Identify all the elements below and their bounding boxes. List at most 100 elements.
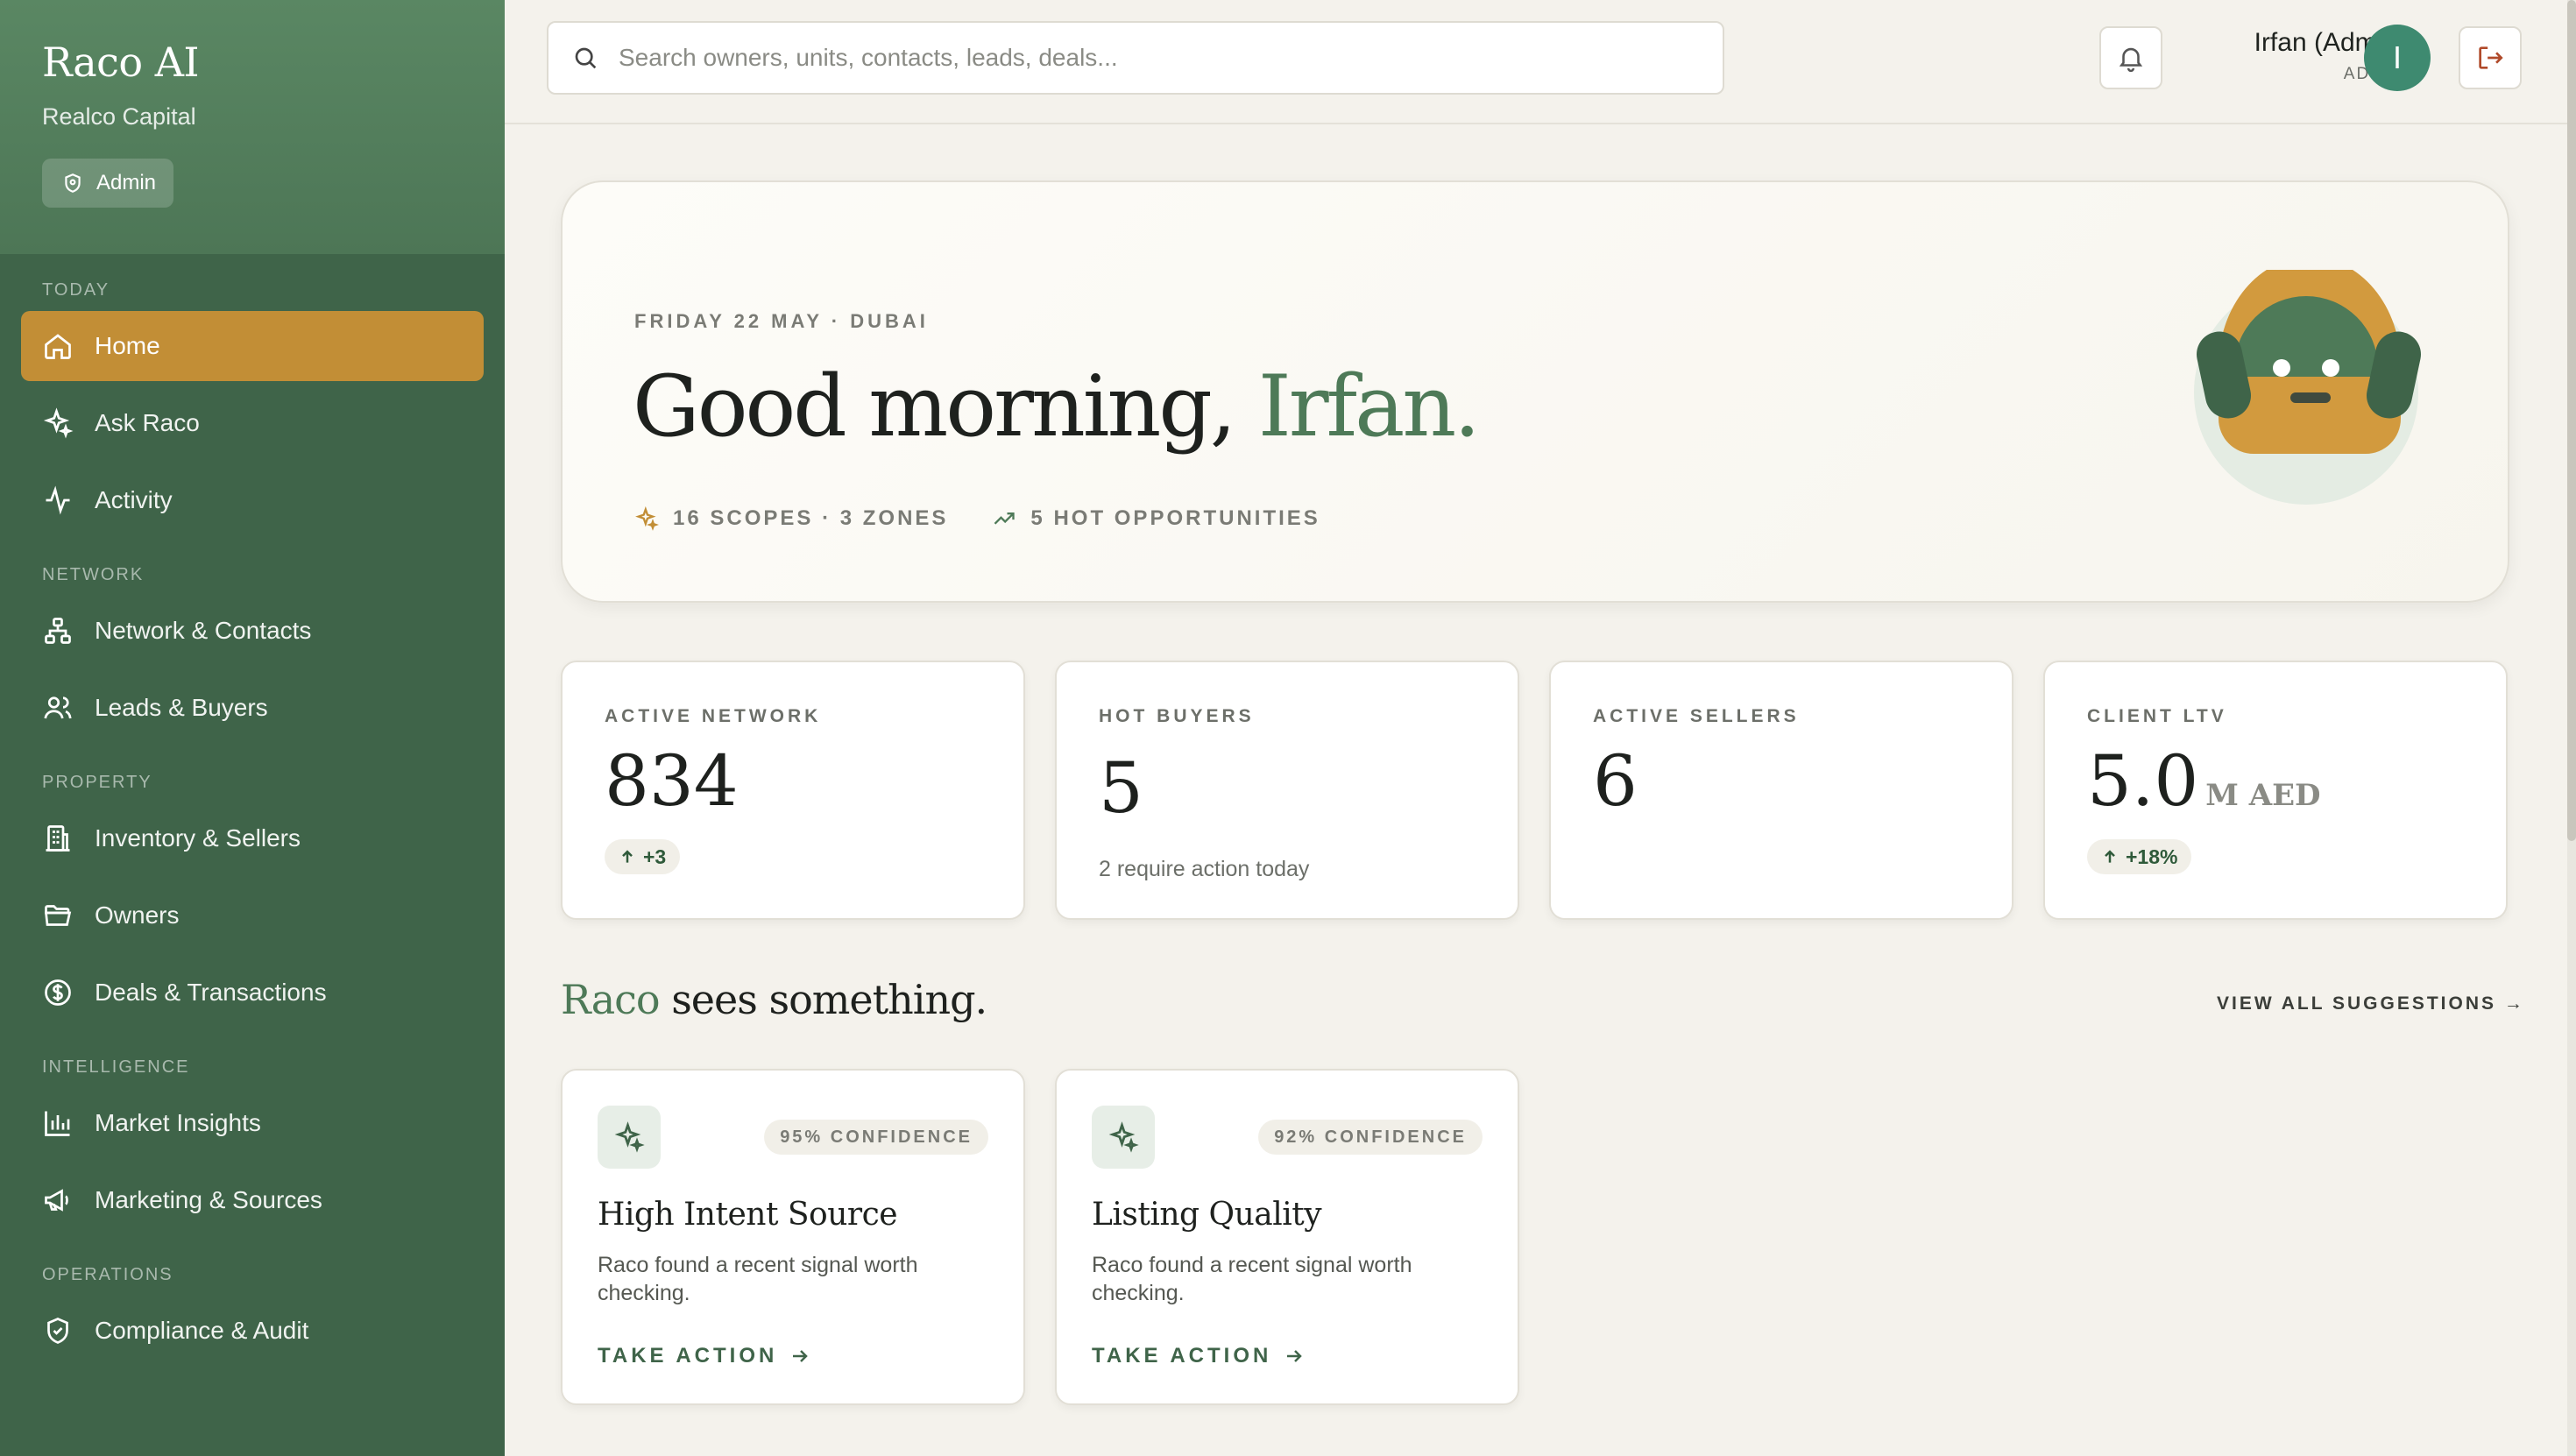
sidebar-item-label: Owners: [95, 901, 180, 929]
organization-name: Realco Capital: [42, 103, 196, 130]
logout-button[interactable]: [2459, 26, 2522, 89]
sparkle-icon: [614, 1121, 645, 1153]
sparkle-icon: [43, 407, 74, 439]
nav-section-today: TODAY: [42, 280, 110, 300]
network-icon: [45, 618, 71, 644]
logout-icon: [2479, 46, 2503, 69]
sidebar-item-home[interactable]: Home: [21, 311, 484, 381]
stat-card-active-sellers[interactable]: ACTIVE SELLERS 6: [1549, 661, 2013, 920]
take-action-label: TAKE ACTION: [598, 1344, 778, 1368]
stat-card-hot-buyers[interactable]: HOT BUYERS 5 2 require action today: [1055, 661, 1519, 920]
suggestion-card[interactable]: 92% CONFIDENCE Listing Quality Raco foun…: [1055, 1069, 1519, 1405]
sidebar-item-owners[interactable]: Owners: [21, 880, 484, 951]
stat-value: 5.0: [2087, 740, 2199, 822]
arrow-right-icon: [1287, 1350, 1303, 1362]
trending-up-icon: [994, 512, 1016, 525]
stat-value-row: 5.0 M AED: [2087, 746, 2464, 816]
suggestion-description: Raco found a recent signal worth checkin…: [1092, 1253, 1412, 1305]
search-input[interactable]: [619, 44, 1700, 72]
sidebar-item-label: Inventory & Sellers: [95, 824, 301, 852]
suggestion-icon-tile: [1092, 1106, 1155, 1169]
arrow-up-icon: [622, 850, 633, 863]
sidebar: Raco AI Realco Capital Admin TODAY Home …: [0, 0, 505, 1456]
greeting-name: Irfan.: [1257, 357, 1481, 456]
search-box[interactable]: [547, 21, 1724, 95]
activity-icon: [46, 485, 70, 515]
sidebar-item-label: Leads & Buyers: [95, 694, 268, 721]
bell-icon: [2119, 47, 2143, 73]
arrow-up-icon: [2105, 850, 2115, 863]
scrollbar-thumb[interactable]: [2567, 0, 2576, 841]
stat-trend-value: +18%: [2126, 845, 2178, 868]
search-icon: [575, 47, 597, 69]
sidebar-item-label: Marketing & Sources: [95, 1186, 322, 1213]
sidebar-item-leads-buyers[interactable]: Leads & Buyers: [21, 673, 484, 743]
stat-value: 5: [1099, 747, 1143, 829]
megaphone-icon: [45, 1189, 68, 1212]
sidebar-item-activity[interactable]: Activity: [21, 465, 484, 535]
sidebar-item-market-insights[interactable]: Market Insights: [21, 1088, 484, 1158]
role-pill-label: Admin: [96, 171, 157, 194]
stat-value: 834: [605, 740, 739, 822]
take-action-button[interactable]: TAKE ACTION: [598, 1344, 810, 1368]
take-action-button[interactable]: TAKE ACTION: [1092, 1344, 1305, 1368]
stat-value: 6: [1593, 740, 1638, 822]
suggestions-heading-accent: Raco: [561, 976, 661, 1023]
opportunities-meta[interactable]: 5 HOT OPPORTUNITIES: [992, 506, 1320, 531]
sidebar-item-label: Home: [95, 332, 160, 359]
take-action-label: TAKE ACTION: [1092, 1344, 1272, 1368]
sidebar-item-marketing-sources[interactable]: Marketing & Sources: [21, 1165, 484, 1235]
scopes-text: 16 SCOPES · 3 ZONES: [673, 506, 949, 530]
hero-date: FRIDAY 22 MAY · DUBAI: [634, 310, 929, 332]
brand-header: Raco AI Realco Capital Admin: [0, 0, 505, 254]
building-icon: [46, 825, 70, 852]
nav-section-network: NETWORK: [42, 565, 145, 584]
suggestions-heading-text: sees something.: [659, 976, 987, 1023]
sidebar-item-label: Activity: [95, 486, 173, 513]
folder-icon: [44, 905, 72, 926]
greeting-text: Good morning,: [633, 357, 1258, 456]
opportunities-text: 5 HOT OPPORTUNITIES: [1030, 506, 1320, 530]
nav-section-intelligence: INTELLIGENCE: [42, 1057, 190, 1077]
notifications-button[interactable]: [2099, 26, 2162, 89]
nav-section-property: PROPERTY: [42, 773, 152, 792]
stat-card-client-ltv[interactable]: CLIENT LTV 5.0 M AED +18%: [2043, 661, 2508, 920]
stat-trend-badge: +3: [605, 839, 681, 874]
raco-mascot-illustration: [2194, 270, 2421, 505]
sidebar-item-inventory-sellers[interactable]: Inventory & Sellers: [21, 803, 484, 873]
stat-label: CLIENT LTV: [2087, 706, 2227, 726]
bar-chart-icon: [45, 1111, 70, 1136]
users-icon: [44, 696, 72, 719]
stat-label: ACTIVE NETWORK: [605, 706, 822, 726]
sidebar-item-label: Market Insights: [95, 1109, 261, 1136]
shield-check-icon: [47, 1318, 68, 1344]
home-icon: [45, 334, 71, 359]
stat-label: ACTIVE SELLERS: [1593, 706, 1800, 726]
sparkle-icon: [1108, 1121, 1139, 1153]
stat-unit: M AED: [2205, 778, 2321, 813]
suggestion-description: Raco found a recent signal worth checkin…: [598, 1253, 918, 1305]
sidebar-item-label: Deals & Transactions: [95, 979, 327, 1006]
sidebar-item-label: Ask Raco: [95, 409, 200, 436]
scrollbar[interactable]: [2567, 0, 2576, 1456]
shield-icon: [65, 173, 81, 193]
sidebar-item-network-contacts[interactable]: Network & Contacts: [21, 596, 484, 666]
stat-subtext: 2 require action today: [1099, 857, 1310, 881]
suggestion-title: Listing Quality: [1092, 1197, 1322, 1233]
hero-meta: 16 SCOPES · 3 ZONES 5 HOT OPPORTUNITIES: [634, 506, 1320, 531]
stat-label: HOT BUYERS: [1099, 706, 1255, 726]
sidebar-item-ask-raco[interactable]: Ask Raco: [21, 388, 484, 458]
arrow-right-icon: [793, 1350, 809, 1362]
scopes-meta: 16 SCOPES · 3 ZONES: [634, 506, 948, 531]
suggestion-card[interactable]: 95% CONFIDENCE High Intent Source Raco f…: [561, 1069, 1025, 1405]
avatar[interactable]: I: [2364, 25, 2431, 91]
stat-trend-value: +3: [643, 845, 667, 868]
view-all-suggestions-link[interactable]: VIEW ALL SUGGESTIONS →: [2217, 993, 2525, 1014]
sidebar-item-compliance-audit[interactable]: Compliance & Audit: [21, 1296, 484, 1366]
sidebar-item-label: Compliance & Audit: [95, 1317, 309, 1344]
role-pill[interactable]: Admin: [42, 159, 174, 208]
suggestion-title: High Intent Source: [598, 1197, 898, 1233]
sidebar-item-deals-transactions[interactable]: Deals & Transactions: [21, 958, 484, 1028]
sparkle-icon: [635, 506, 659, 531]
stat-card-active-network[interactable]: ACTIVE NETWORK 834 +3: [561, 661, 1025, 920]
